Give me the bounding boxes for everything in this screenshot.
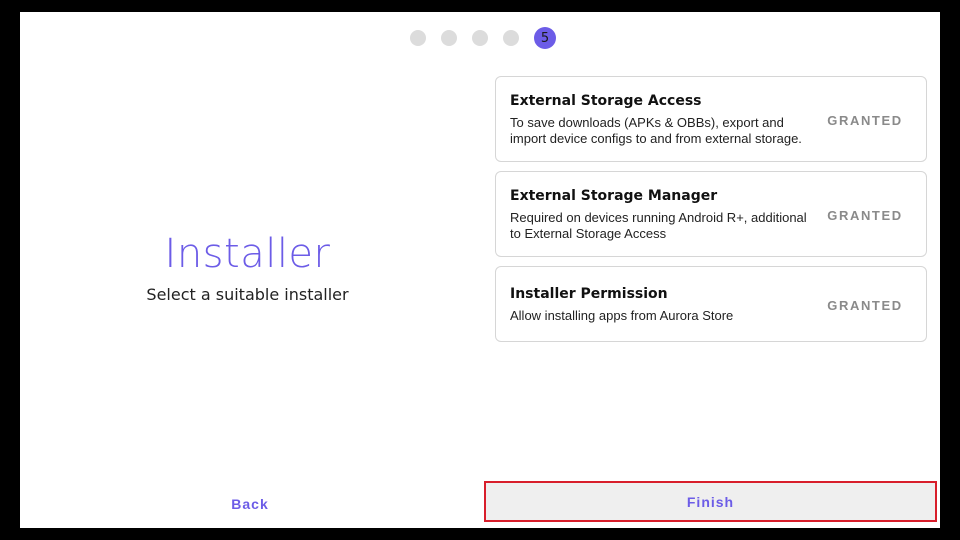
permission-description: Required on devices running Android R+, … (510, 210, 807, 241)
permission-status[interactable]: GRANTED (820, 208, 910, 223)
permission-status[interactable]: GRANTED (820, 113, 910, 128)
permission-list: External Storage Access To save download… (495, 76, 927, 351)
permission-title: External Storage Manager (510, 188, 718, 204)
step-dot-4 (503, 30, 519, 46)
finish-button[interactable]: Finish (484, 481, 937, 522)
permission-card-external-storage-access[interactable]: External Storage Access To save download… (495, 76, 927, 162)
permission-status[interactable]: GRANTED (820, 298, 910, 313)
step-dot-current: 5 (534, 27, 556, 49)
step-dot-3 (472, 30, 488, 46)
step-dot-1 (410, 30, 426, 46)
back-button[interactable]: Back (185, 486, 315, 522)
permission-title: Installer Permission (510, 286, 668, 302)
step-indicator: 5 (410, 27, 556, 49)
intro-section: Installer Select a suitable installer (20, 234, 475, 304)
onboarding-screen: 5 Installer Select a suitable installer … (20, 12, 940, 528)
permission-card-installer-permission[interactable]: Installer Permission Allow installing ap… (495, 266, 927, 342)
permission-description: To save downloads (APKs & OBBs), export … (510, 115, 802, 146)
permission-card-external-storage-manager[interactable]: External Storage Manager Required on dev… (495, 171, 927, 257)
permission-description: Allow installing apps from Aurora Store (510, 308, 734, 323)
page-title: Installer (164, 231, 331, 277)
step-dot-2 (441, 30, 457, 46)
page-subtitle: Select a suitable installer (146, 285, 349, 304)
permission-title: External Storage Access (510, 93, 702, 109)
